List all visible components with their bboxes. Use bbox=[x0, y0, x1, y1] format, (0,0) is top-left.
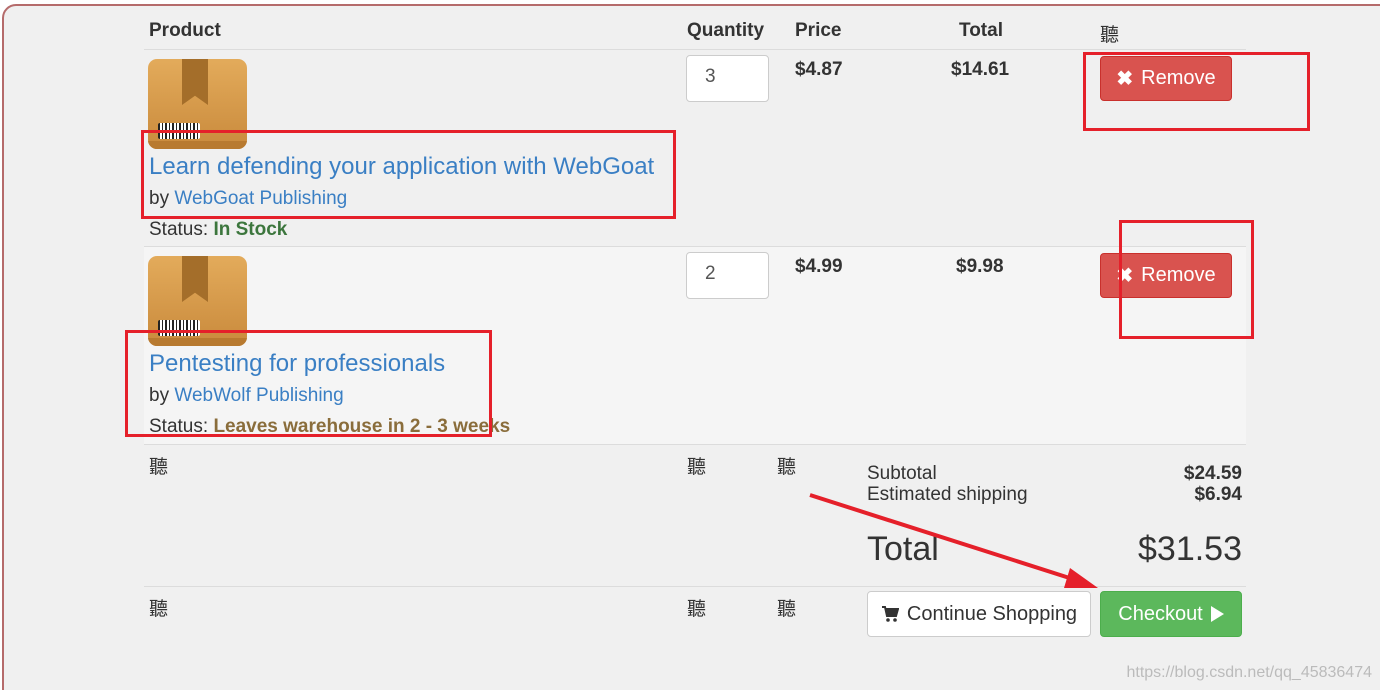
annotation-arrow bbox=[809, 493, 1098, 588]
watermark: https://blog.csdn.net/qq_45836474 bbox=[1126, 664, 1372, 681]
